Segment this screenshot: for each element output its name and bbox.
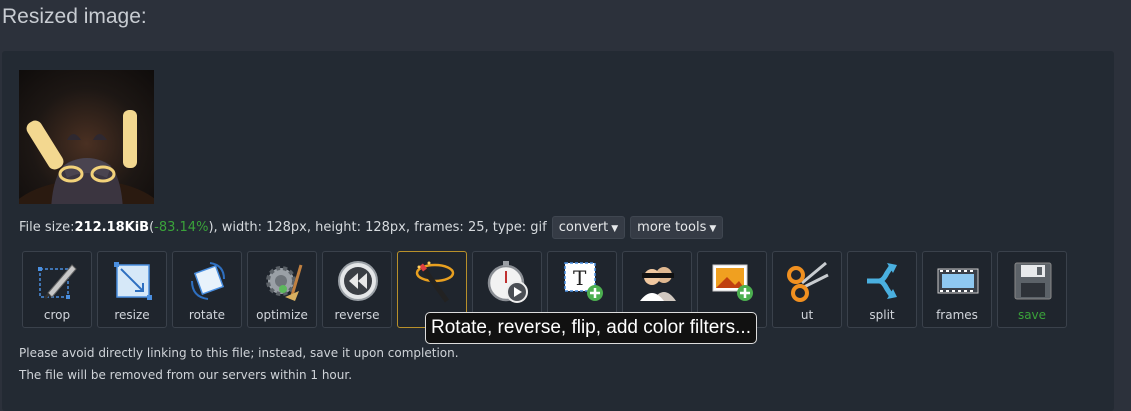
caret-down-icon: ▼ bbox=[611, 224, 619, 234]
split-icon bbox=[867, 263, 897, 299]
tool-cut-button[interactable]: ut bbox=[772, 251, 842, 328]
tool-label: split bbox=[869, 308, 895, 322]
rotate-icon bbox=[191, 262, 225, 300]
file-dimensions-text: ), width: 128px, height: 128px, frames: … bbox=[208, 220, 547, 235]
tool-crop-button[interactable]: crop bbox=[22, 251, 92, 328]
tool-rotate-button[interactable]: rotate bbox=[172, 251, 242, 328]
tool-split-button[interactable]: split bbox=[847, 251, 917, 328]
tooltip: Rotate, reverse, flip, add color filters… bbox=[425, 312, 757, 344]
resize-icon bbox=[114, 262, 152, 300]
tool-optimize-button[interactable]: optimize bbox=[247, 251, 317, 328]
caret-down-icon: ▼ bbox=[709, 224, 717, 234]
tool-save-button[interactable]: save bbox=[997, 251, 1067, 328]
file-info-line: File size: 212.18KiB ( -83.14% ), width:… bbox=[19, 216, 724, 239]
tool-label: save bbox=[1017, 308, 1047, 322]
tool-label: ut bbox=[800, 308, 814, 322]
svg-text:T: T bbox=[573, 266, 587, 290]
overlay-image-icon bbox=[712, 264, 753, 301]
tool-label: optimize bbox=[256, 308, 308, 322]
note-removal: The file will be removed from our server… bbox=[19, 368, 353, 382]
file-size-value: 212.18KiB bbox=[74, 220, 150, 235]
tool-label: resize bbox=[114, 308, 150, 322]
censor-icon bbox=[640, 267, 676, 301]
write-text-icon: T bbox=[564, 262, 603, 301]
tool-label: crop bbox=[43, 308, 71, 322]
convert-dropdown-button[interactable]: convert ▼ bbox=[551, 216, 626, 239]
crop-icon bbox=[38, 264, 77, 299]
file-size-label: File size: bbox=[19, 220, 75, 235]
save-floppy-icon bbox=[1014, 262, 1052, 300]
effects-wand-icon bbox=[415, 261, 455, 303]
more-tools-dropdown-button[interactable]: more tools ▼ bbox=[630, 216, 724, 239]
page-heading: Resized image: bbox=[2, 5, 147, 28]
tool-label: frames bbox=[936, 308, 978, 322]
tool-label: reverse bbox=[334, 308, 380, 322]
optimize-icon bbox=[266, 264, 303, 301]
tool-reverse-button[interactable]: reverse bbox=[322, 251, 392, 328]
result-image-preview bbox=[19, 70, 154, 204]
speed-stopwatch-icon bbox=[487, 261, 528, 303]
frames-filmstrip-icon bbox=[937, 268, 979, 294]
size-change-percent: -83.14% bbox=[154, 220, 209, 235]
more-tools-label: more tools bbox=[637, 220, 707, 235]
tool-resize-button[interactable]: resize bbox=[97, 251, 167, 328]
reverse-icon bbox=[338, 261, 378, 301]
note-linking: Please avoid directly linking to this fi… bbox=[19, 346, 459, 360]
tool-label: rotate bbox=[188, 308, 226, 322]
tool-frames-button[interactable]: frames bbox=[922, 251, 992, 328]
convert-label: convert bbox=[558, 220, 609, 235]
cut-scissors-icon bbox=[787, 261, 829, 302]
